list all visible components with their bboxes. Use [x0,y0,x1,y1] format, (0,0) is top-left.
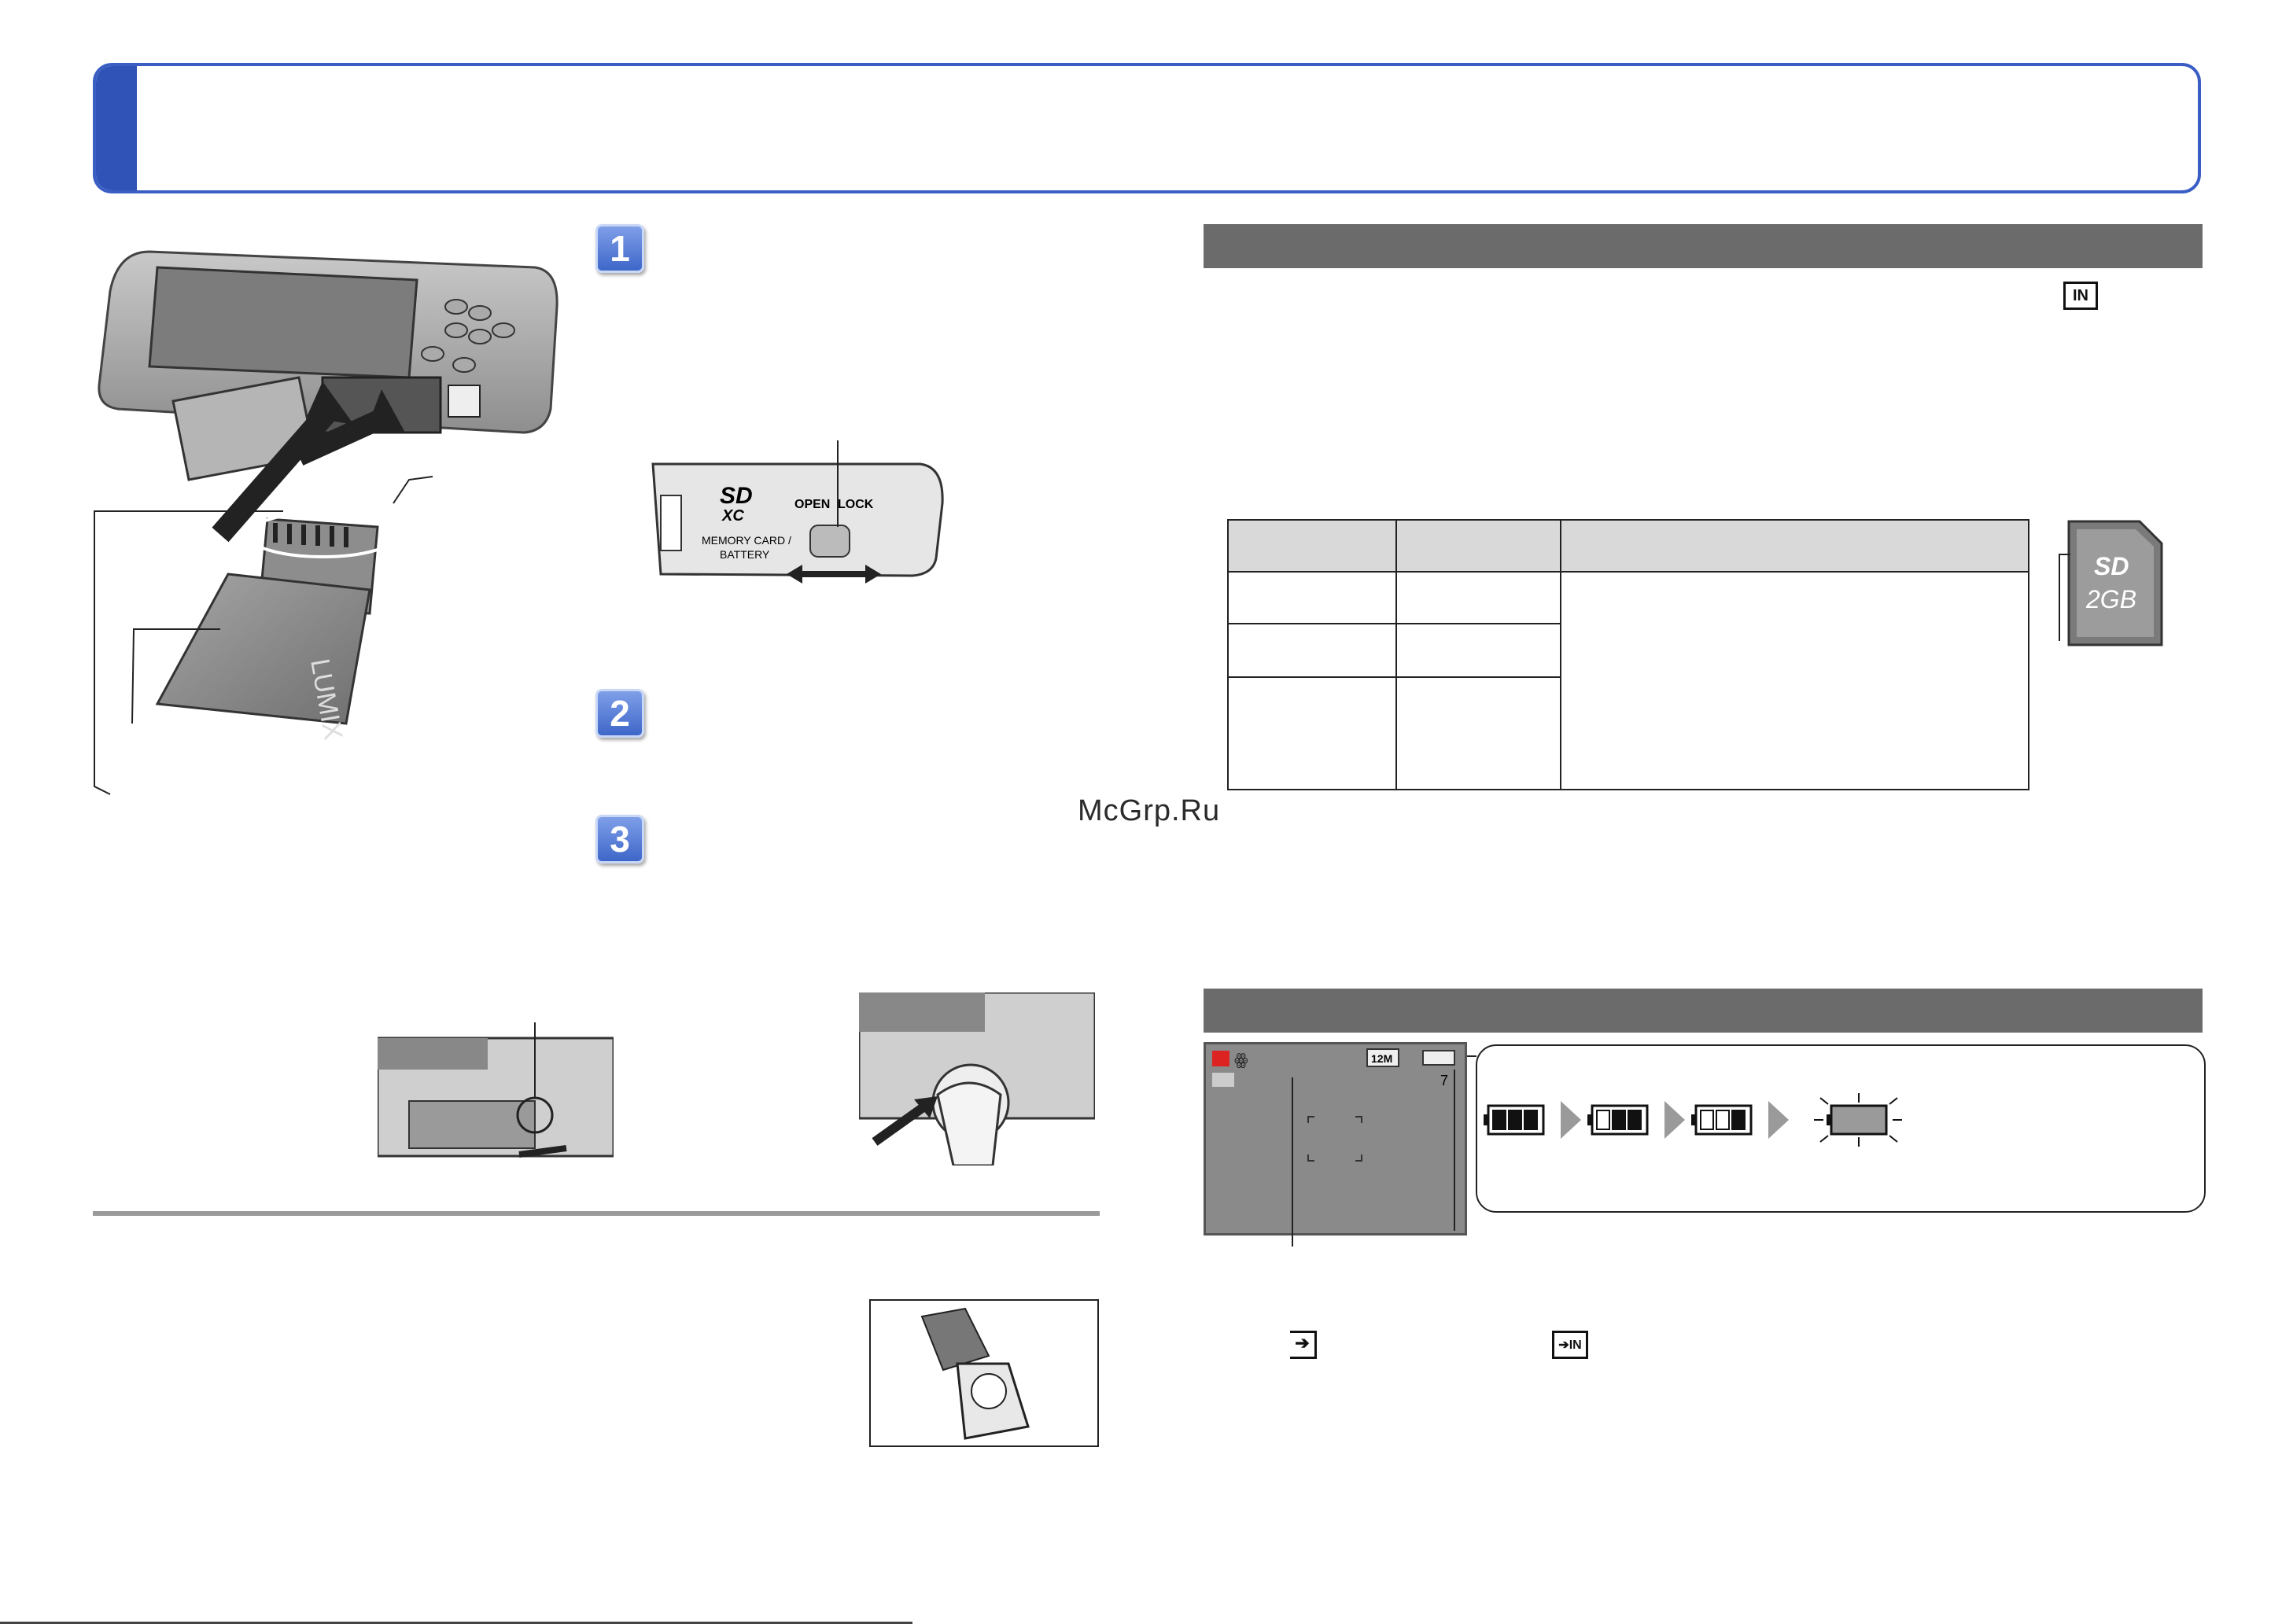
table-cell [1395,571,1561,624]
step-number: 1 [610,228,630,269]
table-cell [1395,676,1561,790]
table-header-cell [1227,519,1397,573]
remaining-shots: 7 [1440,1073,1448,1088]
table-cell [1227,571,1397,624]
sequence-arrow [1664,1101,1685,1139]
lcd-overlay: ꙮ 12M 7 [1212,1048,1455,1162]
card-case-illustration [920,1307,1030,1440]
card-destination-icon: ➔ [1290,1331,1317,1359]
battery-level-0-icon [1814,1093,1902,1147]
slot-label-line2: BATTERY [720,548,770,561]
table-cell [1560,571,2029,790]
step-number: 3 [610,819,630,860]
battery-level-2-icon [1587,1104,1649,1136]
leader-line [1292,1077,1293,1247]
page-title-banner [93,63,2201,193]
leader-line [1454,1070,1455,1231]
sd-card-illustration: SD 2GB [2059,520,2163,646]
table-header-row [1227,519,2029,573]
battery-level-sequence [1484,1093,1902,1147]
card-case-illustration-frame [869,1299,1099,1447]
built-in-memory-destination-icon: ➔IN [1552,1331,1588,1359]
step-2-badge: 2 [595,689,644,738]
sequence-arrow [1768,1101,1789,1139]
table-header-cell [1395,519,1561,573]
sequence-arrow [1561,1101,1581,1139]
section-header-bar [1204,224,2203,268]
leader-line [1467,1055,1476,1057]
lock-label: LOCK [838,498,874,511]
slot-label-line1: MEMORY CARD / [702,534,791,547]
battery-card-insertion-illustration: LUMIX [94,250,559,795]
svg-text:ꙮ: ꙮ [1234,1051,1248,1069]
section-header-bar [1204,989,2203,1033]
table-cell [1395,623,1561,678]
step-number: 2 [610,693,630,734]
table-cell [1227,676,1397,790]
builtin-memory-icon: IN [2063,282,2098,310]
sdxc-logo-top: SD [720,483,753,509]
watermark: McGrp.Ru [1078,794,1221,827]
table-header-cell [1560,519,2029,573]
open-label: OPEN [794,498,830,511]
sd-card-logo: SD [2094,552,2129,580]
memory-card-table [1227,519,2029,790]
banner-tab [96,66,137,190]
step-1-badge: 1 [595,224,644,273]
sd-card-capacity: 2GB [2085,585,2136,613]
lcd-battery-icon [1422,1050,1455,1066]
section-divider [93,1211,1100,1216]
battery-level-callout [1476,1044,2206,1213]
finger-push-card-illustration [859,992,1095,1166]
resolution-badge: 12M [1371,1052,1392,1065]
battery-level-3-icon [1484,1104,1545,1136]
step-3-badge: 3 [595,815,644,864]
card-door-lock-lever-illustration: SD XC MEMORY CARD / BATTERY OPEN LOCK [651,440,944,584]
table-row [1227,571,2029,790]
card-push-release-illustration [378,1022,614,1158]
table-cell [1227,623,1397,678]
battery-level-1-icon [1691,1104,1753,1136]
lcd-screen-illustration: ꙮ 12M 7 [1204,1042,1467,1235]
sdxc-logo-bottom: XC [721,507,744,525]
camera-mode-icon [1212,1051,1229,1066]
